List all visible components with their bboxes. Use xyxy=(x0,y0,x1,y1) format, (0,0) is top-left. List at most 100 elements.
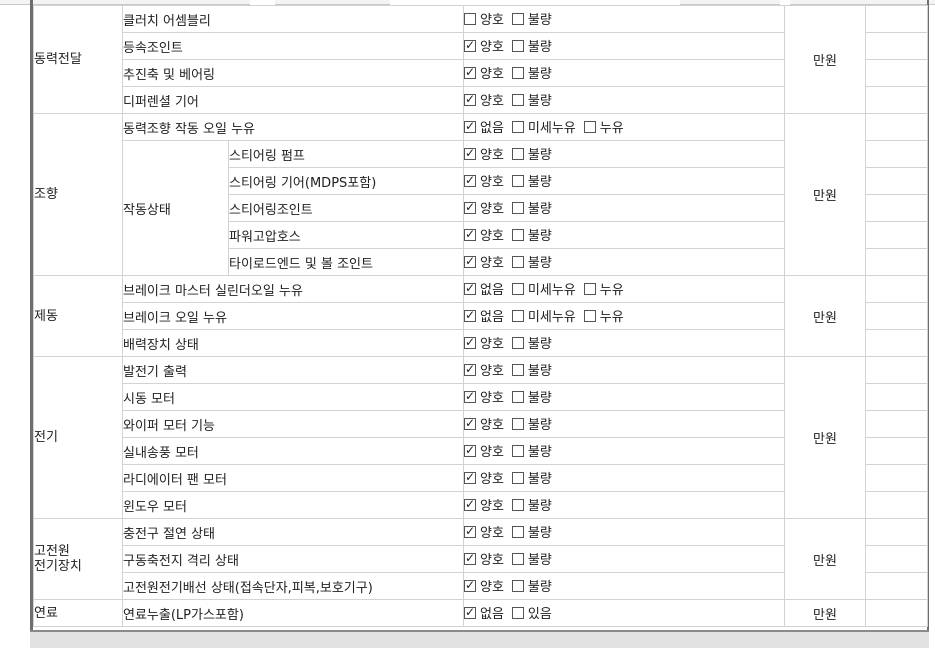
option[interactable]: 양호 xyxy=(464,171,504,190)
option[interactable]: 불량 xyxy=(511,63,552,82)
checkbox-checked[interactable] xyxy=(464,173,476,187)
option[interactable]: 미세누유 xyxy=(511,279,576,298)
option[interactable]: 불량 xyxy=(511,90,552,109)
table-row: 동력전달 클러치 어셈블리 양호 불량 만원 xyxy=(33,5,928,114)
option[interactable]: 미세누유 xyxy=(511,117,576,136)
option[interactable]: 양호 xyxy=(464,387,504,406)
option[interactable]: 양호 xyxy=(464,468,504,487)
checkbox-checked[interactable] xyxy=(464,227,476,241)
checkbox-unchecked[interactable] xyxy=(511,363,524,376)
checkbox-unchecked[interactable] xyxy=(583,282,596,295)
checkbox-unchecked[interactable] xyxy=(511,498,524,511)
option[interactable]: 양호 xyxy=(464,333,504,352)
option[interactable]: 양호 xyxy=(464,441,504,460)
checkbox-checked[interactable] xyxy=(464,605,476,619)
checkbox-unchecked[interactable] xyxy=(511,336,524,349)
checkbox-unchecked[interactable] xyxy=(511,444,524,457)
checkbox-checked[interactable] xyxy=(464,308,476,322)
checkbox-unchecked[interactable] xyxy=(583,309,596,322)
checkbox-unchecked[interactable] xyxy=(511,66,524,79)
option[interactable]: 불량 xyxy=(511,36,552,55)
checkbox-unchecked[interactable] xyxy=(511,471,524,484)
option[interactable]: 누유 xyxy=(583,279,624,298)
checkbox-checked[interactable] xyxy=(464,92,476,106)
option[interactable]: 양호 xyxy=(464,576,504,595)
checkbox-unchecked[interactable] xyxy=(511,552,524,565)
checkbox-checked[interactable] xyxy=(464,551,476,565)
option[interactable]: 불량 xyxy=(511,252,552,271)
checkbox-checked[interactable] xyxy=(464,119,476,133)
option[interactable]: 불량 xyxy=(511,360,552,379)
option[interactable]: 불량 xyxy=(511,549,552,568)
option[interactable]: 양호 xyxy=(464,63,504,82)
option[interactable]: 불량 xyxy=(511,387,552,406)
option[interactable]: 불량 xyxy=(511,171,552,190)
option[interactable]: 누유 xyxy=(583,306,624,325)
option[interactable]: 양호 xyxy=(464,36,504,55)
option[interactable]: 불량 xyxy=(511,576,552,595)
option[interactable]: 불량 xyxy=(511,333,552,352)
option[interactable]: 불량 xyxy=(511,414,552,433)
checkbox-checked[interactable] xyxy=(464,200,476,214)
option[interactable]: 양호 xyxy=(464,198,504,217)
checkbox-checked[interactable] xyxy=(464,578,476,592)
checkbox-unchecked[interactable] xyxy=(511,579,524,592)
option[interactable]: 양호 xyxy=(464,9,504,28)
checkbox-unchecked[interactable] xyxy=(511,255,524,268)
checkbox-unchecked[interactable] xyxy=(511,201,524,214)
option[interactable]: 불량 xyxy=(511,522,552,541)
option[interactable]: 불량 xyxy=(511,495,552,514)
checkbox-unchecked[interactable] xyxy=(511,39,524,52)
option[interactable]: 양호 xyxy=(464,495,504,514)
checkbox-unchecked[interactable] xyxy=(511,309,524,322)
option[interactable]: 불량 xyxy=(511,144,552,163)
checkbox-checked[interactable] xyxy=(464,146,476,160)
checkbox-unchecked[interactable] xyxy=(464,12,476,25)
checkbox-unchecked[interactable] xyxy=(583,120,596,133)
option[interactable]: 양호 xyxy=(464,225,504,244)
checkbox-unchecked[interactable] xyxy=(511,93,524,106)
checkbox-unchecked[interactable] xyxy=(511,282,524,295)
option-label: 양호 xyxy=(480,418,504,434)
checkbox-checked[interactable] xyxy=(464,38,476,52)
option[interactable]: 없음 xyxy=(464,306,504,325)
option[interactable]: 있음 xyxy=(511,603,552,622)
option[interactable]: 양호 xyxy=(464,549,504,568)
option[interactable]: 양호 xyxy=(464,144,504,163)
option[interactable]: 양호 xyxy=(464,360,504,379)
checkbox-unchecked[interactable] xyxy=(511,12,524,25)
checkbox-checked[interactable] xyxy=(464,281,476,295)
checkbox-checked[interactable] xyxy=(464,389,476,403)
checkbox-checked[interactable] xyxy=(464,416,476,430)
checkbox-unchecked[interactable] xyxy=(511,525,524,538)
checkbox-checked[interactable] xyxy=(464,470,476,484)
checkbox-checked[interactable] xyxy=(464,335,476,349)
option[interactable]: 불량 xyxy=(511,441,552,460)
checkbox-unchecked[interactable] xyxy=(511,417,524,430)
option[interactable]: 양호 xyxy=(464,414,504,433)
checkbox-checked[interactable] xyxy=(464,443,476,457)
checkbox-checked[interactable] xyxy=(464,362,476,376)
option[interactable]: 양호 xyxy=(464,252,504,271)
option[interactable]: 불량 xyxy=(511,468,552,487)
checkbox-checked[interactable] xyxy=(464,254,476,268)
option[interactable]: 없음 xyxy=(464,117,504,136)
checkbox-unchecked[interactable] xyxy=(511,120,524,133)
option[interactable]: 불량 xyxy=(511,225,552,244)
checkbox-unchecked[interactable] xyxy=(511,228,524,241)
option[interactable]: 미세누유 xyxy=(511,306,576,325)
option[interactable]: 양호 xyxy=(464,90,504,109)
option[interactable]: 없음 xyxy=(464,279,504,298)
option[interactable]: 누유 xyxy=(583,117,624,136)
option[interactable]: 없음 xyxy=(464,603,504,622)
checkbox-unchecked[interactable] xyxy=(511,390,524,403)
checkbox-checked[interactable] xyxy=(464,65,476,79)
option[interactable]: 양호 xyxy=(464,522,504,541)
checkbox-unchecked[interactable] xyxy=(511,606,524,619)
option[interactable]: 불량 xyxy=(511,198,552,217)
checkbox-checked[interactable] xyxy=(464,497,476,511)
checkbox-checked[interactable] xyxy=(464,524,476,538)
option[interactable]: 불량 xyxy=(511,9,552,28)
checkbox-unchecked[interactable] xyxy=(511,174,524,187)
checkbox-unchecked[interactable] xyxy=(511,147,524,160)
